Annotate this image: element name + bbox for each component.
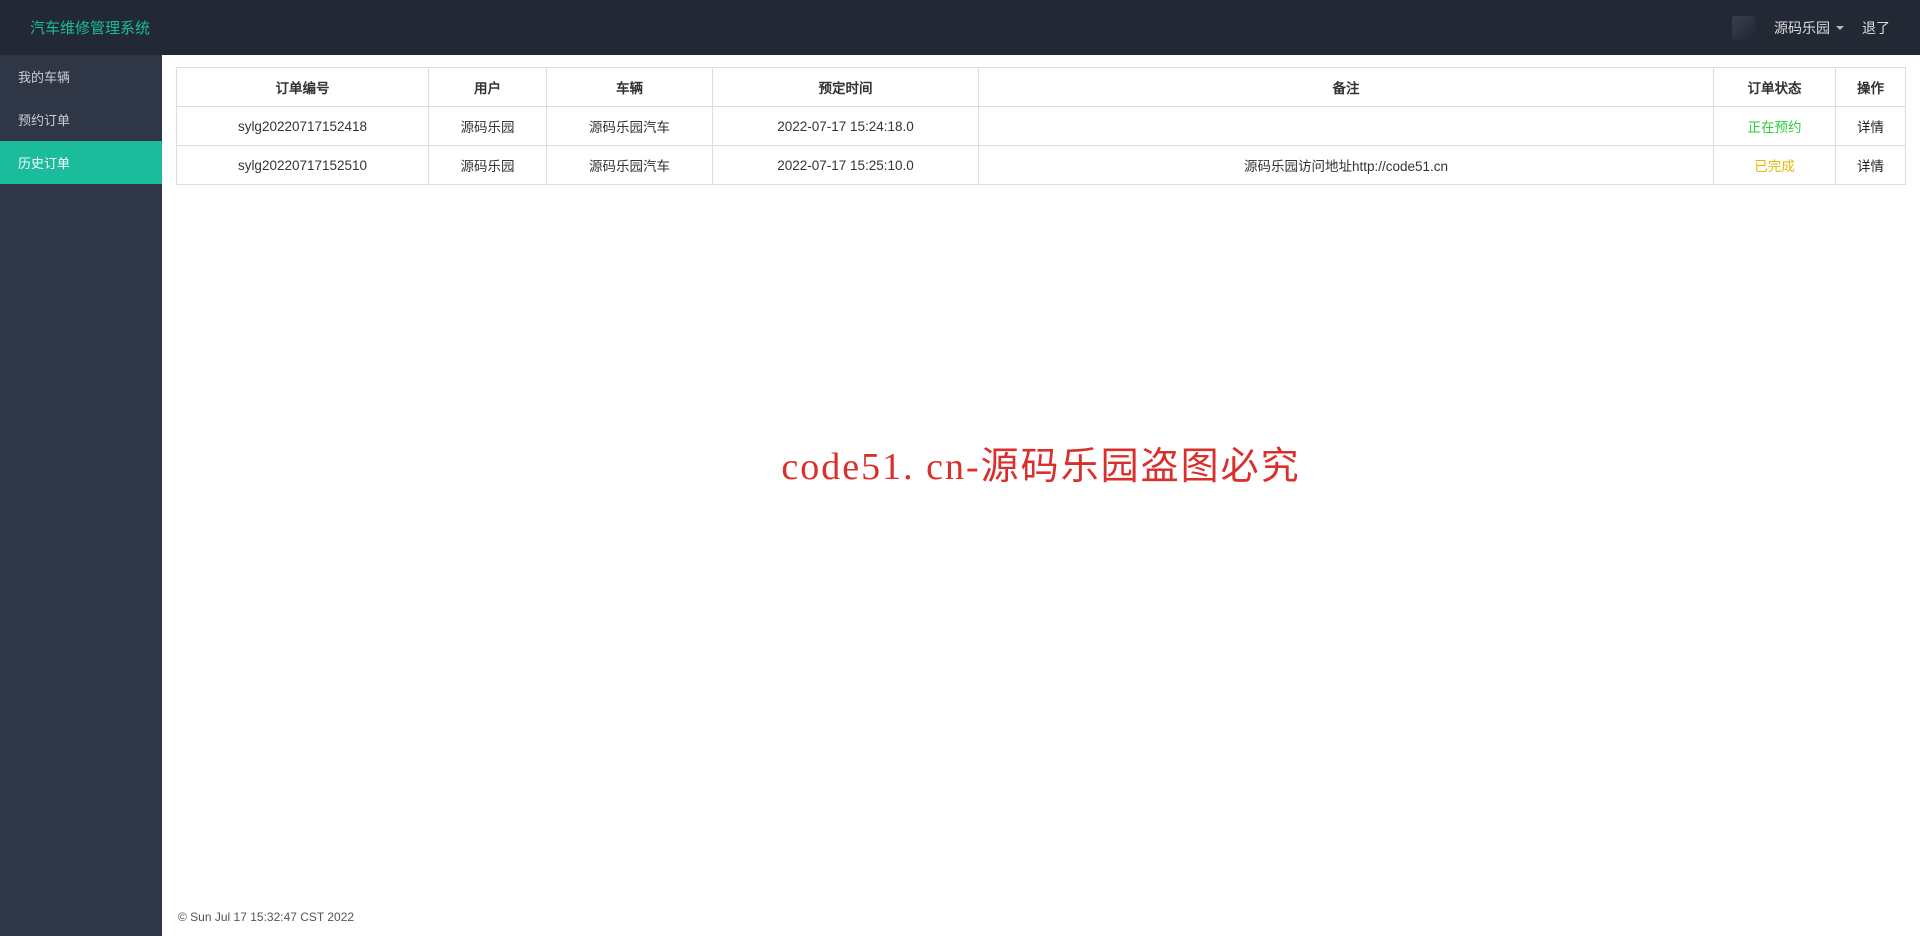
header-right: 源码乐园 退了: [1732, 16, 1890, 40]
cell-time: 2022-07-17 15:25:10.0: [713, 146, 979, 185]
th-action: 操作: [1836, 68, 1906, 107]
cell-action: 详情: [1836, 107, 1906, 146]
th-remark: 备注: [979, 68, 1714, 107]
table-row: sylg20220717152510源码乐园源码乐园汽车2022-07-17 1…: [177, 146, 1906, 185]
orders-table: 订单编号 用户 车辆 预定时间 备注 订单状态 操作 sylg202207171…: [176, 67, 1906, 185]
th-order-no: 订单编号: [177, 68, 429, 107]
cell-user: 源码乐园: [429, 146, 547, 185]
chevron-down-icon: [1836, 26, 1844, 30]
cell-time: 2022-07-17 15:24:18.0: [713, 107, 979, 146]
sidebar-item-my-vehicles[interactable]: 我的车辆: [0, 55, 162, 98]
cell-status: 正在预约: [1714, 107, 1836, 146]
sidebar: 我的车辆 预约订单 历史订单: [0, 55, 162, 936]
footer-text: © Sun Jul 17 15:32:47 CST 2022: [176, 904, 1906, 924]
detail-link[interactable]: 详情: [1857, 159, 1884, 174]
cell-remark: 源码乐园访问地址http://code51.cn: [979, 146, 1714, 185]
detail-link[interactable]: 详情: [1857, 120, 1884, 135]
th-vehicle: 车辆: [547, 68, 713, 107]
cell-user: 源码乐园: [429, 107, 547, 146]
cell-action: 详情: [1836, 146, 1906, 185]
th-status: 订单状态: [1714, 68, 1836, 107]
cell-vehicle: 源码乐园汽车: [547, 146, 713, 185]
app-title[interactable]: 汽车维修管理系统: [30, 17, 150, 38]
watermark-text: code51. cn-源码乐园盗图必究: [781, 435, 1300, 490]
cell-order-no: sylg20220717152418: [177, 107, 429, 146]
main-container: 我的车辆 预约订单 历史订单 订单编号 用户 车辆 预定时间 备注 订单状态 操…: [0, 55, 1920, 936]
top-header: 汽车维修管理系统 源码乐园 退了: [0, 0, 1920, 55]
sidebar-item-reserve-orders[interactable]: 预约订单: [0, 98, 162, 141]
user-dropdown[interactable]: 源码乐园: [1774, 18, 1844, 38]
username-label: 源码乐园: [1774, 18, 1830, 38]
table-row: sylg20220717152418源码乐园源码乐园汽车2022-07-17 1…: [177, 107, 1906, 146]
cell-order-no: sylg20220717152510: [177, 146, 429, 185]
sidebar-item-history-orders[interactable]: 历史订单: [0, 141, 162, 184]
avatar-icon[interactable]: [1732, 16, 1756, 40]
logout-link[interactable]: 退了: [1862, 18, 1890, 38]
cell-status: 已完成: [1714, 146, 1836, 185]
cell-remark: [979, 107, 1714, 146]
status-badge: 正在预约: [1748, 120, 1802, 135]
status-badge: 已完成: [1754, 159, 1795, 174]
th-time: 预定时间: [713, 68, 979, 107]
cell-vehicle: 源码乐园汽车: [547, 107, 713, 146]
table-header-row: 订单编号 用户 车辆 预定时间 备注 订单状态 操作: [177, 68, 1906, 107]
th-user: 用户: [429, 68, 547, 107]
content-area: 订单编号 用户 车辆 预定时间 备注 订单状态 操作 sylg202207171…: [162, 55, 1920, 936]
